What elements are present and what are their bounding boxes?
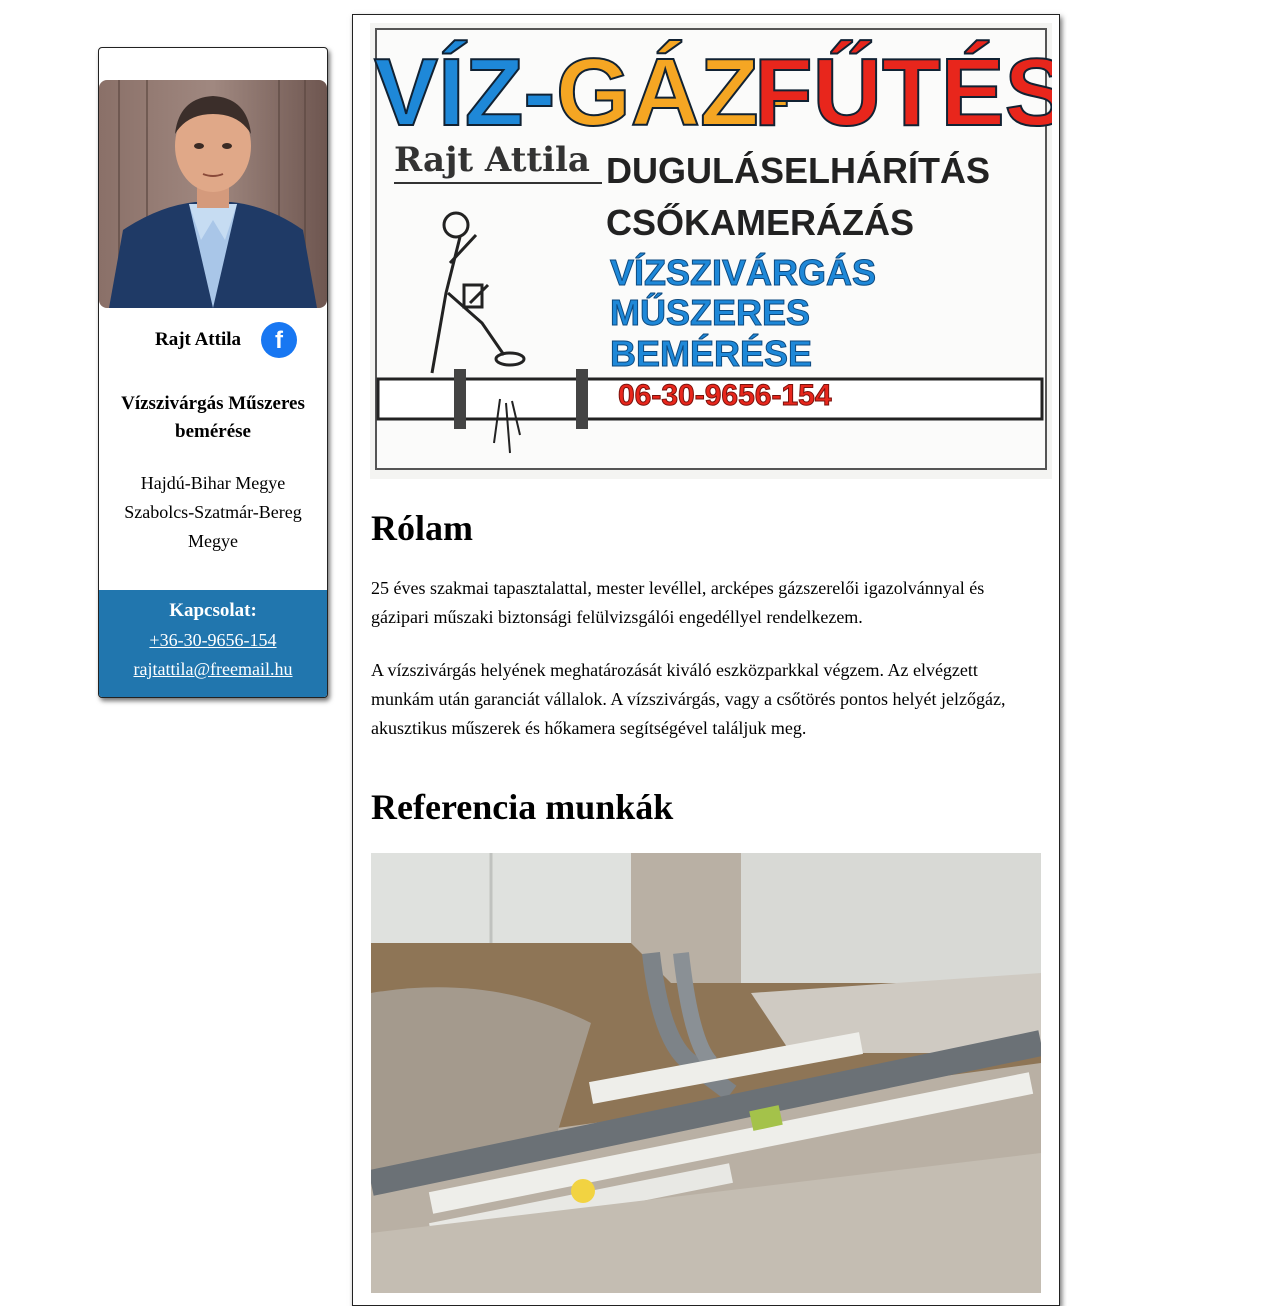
banner-service: DUGULÁSELHÁRÍTÁS <box>606 150 990 191</box>
main-content: VÍZ- GÁZ- FŰTÉS Rajt Attila DUGULÁSELHÁR… <box>352 14 1070 1306</box>
banner-image: VÍZ- GÁZ- FŰTÉS Rajt Attila DUGULÁSELHÁR… <box>370 23 1070 479</box>
references-heading: Referencia munkák <box>371 787 674 827</box>
profile-photo <box>99 80 327 308</box>
contact-box: Kapcsolat: +36-30-9656-154 rajtattila@fr… <box>99 590 327 697</box>
regions: Hajdú-Bihar Megye Szabolcs-Szatmár-Bereg… <box>109 469 317 556</box>
region-item: Szabolcs-Szatmár-Bereg Megye <box>124 502 302 551</box>
profile-name: Rajt Attila <box>155 329 242 350</box>
about-paragraph: 25 éves szakmai tapasztalattal, mester l… <box>371 578 985 627</box>
banner-service: MŰSZERES <box>610 291 810 333</box>
contact-label: Kapcsolat: <box>169 600 257 621</box>
banner-service: CSŐKAMERÁZÁS <box>606 201 914 243</box>
phone-link[interactable]: +36-30-9656-154 <box>99 630 327 651</box>
name-row: Rajt Attila f <box>99 320 327 360</box>
profile-title: Vízszivárgás Műszeres bemérése <box>121 393 305 442</box>
facebook-icon: f <box>275 327 283 354</box>
banner-headline-viz: VÍZ- <box>374 39 555 146</box>
banner-headline-futes: FŰTÉS <box>754 39 1052 146</box>
profile-card: Rajt Attila f Vízszivárgás Műszeres bemé… <box>98 47 328 698</box>
about-paragraph: A vízszivárgás helyének meghatározását k… <box>371 660 1006 738</box>
banner-owner: Rajt Attila <box>394 140 590 180</box>
region-item: Hajdú-Bihar Megye <box>140 473 286 493</box>
banner-service: VÍZSZIVÁRGÁS <box>610 252 876 293</box>
email-link[interactable]: rajtattila@freemail.hu <box>99 659 327 680</box>
banner-service: BEMÉRÉSE <box>610 333 812 374</box>
banner-phone: 06-30-9656-154 <box>618 379 832 412</box>
reference-photo <box>371 853 1041 1293</box>
about-heading: Rólam <box>371 508 473 548</box>
facebook-button[interactable]: f <box>261 322 297 358</box>
